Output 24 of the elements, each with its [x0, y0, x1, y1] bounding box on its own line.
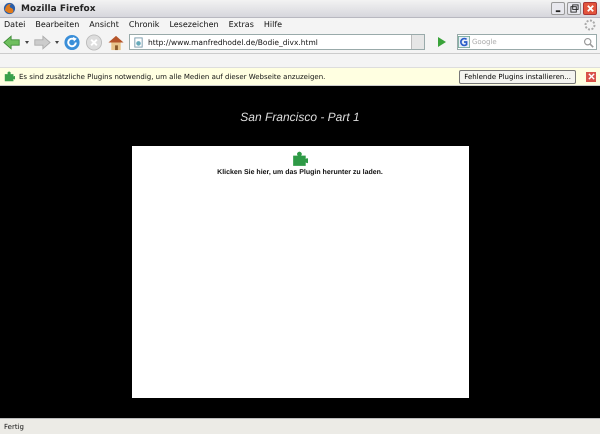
go-arrow-icon[interactable]: [435, 36, 447, 48]
back-arrow-icon[interactable]: [3, 34, 21, 50]
page-icon: [133, 36, 144, 48]
restore-icon[interactable]: [570, 4, 578, 13]
close-icon[interactable]: [586, 4, 594, 13]
page-heading: San Francisco - Part 1: [240, 110, 360, 126]
restore-button[interactable]: [567, 2, 581, 15]
browser-logo-icon: [3, 2, 16, 15]
menu-item[interactable]: Extras: [228, 20, 254, 29]
puzzle-piece-icon: [292, 151, 308, 167]
throbber-icon: [584, 18, 596, 30]
menu-item[interactable]: Ansicht: [89, 20, 119, 29]
search-icon[interactable]: [583, 36, 594, 48]
search-engine-icon[interactable]: [458, 36, 470, 48]
home-icon[interactable]: [107, 34, 125, 50]
menu-item[interactable]: Lesezeichen: [169, 20, 219, 29]
minimize-button[interactable]: [551, 2, 565, 15]
puzzle-piece-icon: [4, 71, 15, 82]
menu-item[interactable]: Bearbeiten: [35, 20, 80, 29]
window-title: Mozilla Firefox: [21, 4, 96, 14]
menu-item[interactable]: Hilfe: [264, 20, 282, 29]
close-button[interactable]: [583, 2, 597, 15]
menu-item[interactable]: Datei: [4, 20, 26, 29]
menu-item[interactable]: Chronik: [128, 20, 160, 29]
